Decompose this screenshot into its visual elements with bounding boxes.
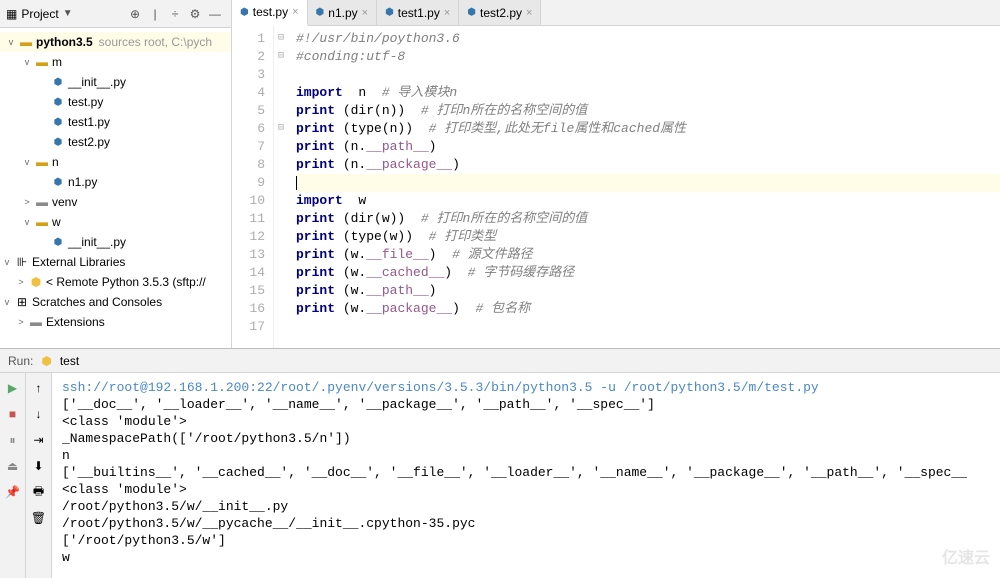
chevron-down-icon: v: [0, 297, 14, 307]
close-icon[interactable]: ×: [444, 7, 450, 19]
code-editor[interactable]: 1234567891011121314151617 ⊟⊟⊟ #!/usr/bin…: [232, 26, 1000, 348]
project-tree[interactable]: v ▬ python3.5 sources root, C:\pych v▬m⬢…: [0, 28, 231, 348]
python-file-icon: ⬢: [50, 97, 66, 108]
libraries-icon: ⊪: [14, 255, 30, 269]
run-tools-left: ▶ ■ ⏸ ⏏ 📌: [0, 373, 26, 578]
divider-icon: |: [145, 4, 165, 24]
tree-extensions[interactable]: > ▬ Extensions: [0, 312, 231, 332]
folder-icon: ▬: [34, 215, 50, 229]
console-output[interactable]: ssh://root@192.168.1.200:22/root/.pyenv/…: [52, 373, 1000, 578]
tree-node[interactable]: ⬢test.py: [0, 92, 231, 112]
wrap-icon[interactable]: ⇥: [30, 431, 48, 449]
pin-icon[interactable]: 📌: [4, 483, 22, 501]
gear-icon[interactable]: ⚙: [185, 4, 205, 24]
python-icon: ⬢: [41, 354, 51, 368]
tree-node[interactable]: ⬢__init__.py: [0, 72, 231, 92]
python-file-icon: ⬢: [50, 177, 66, 188]
editor-tab[interactable]: ⬢test1.py×: [377, 0, 459, 25]
tree-node[interactable]: ⬢n1.py: [0, 172, 231, 192]
python-file-icon: ⬢: [385, 7, 394, 18]
tree-node[interactable]: ⬢test2.py: [0, 132, 231, 152]
tree-node[interactable]: v▬n: [0, 152, 231, 172]
tree-node[interactable]: v▬w: [0, 212, 231, 232]
python-icon: ⬢: [28, 275, 44, 289]
folder-icon: ▬: [18, 35, 34, 49]
rerun-icon[interactable]: ▶: [4, 379, 22, 397]
line-gutter[interactable]: 1234567891011121314151617: [232, 26, 274, 348]
run-config-name[interactable]: test: [60, 354, 79, 368]
project-sidebar: ▦ Project ▼ ⊕ | ÷ ⚙ — v ▬ python3.5 sour…: [0, 0, 232, 348]
tree-external-libs[interactable]: v ⊪ External Libraries: [0, 252, 231, 272]
close-icon[interactable]: ×: [526, 7, 532, 19]
project-icon: ▦: [6, 7, 17, 21]
tree-node[interactable]: >▬venv: [0, 192, 231, 212]
tree-scratches[interactable]: v ⊞ Scratches and Consoles: [0, 292, 231, 312]
close-icon[interactable]: ×: [362, 7, 368, 19]
up-icon[interactable]: ↑: [30, 379, 48, 397]
tree-remote-python[interactable]: > ⬢ < Remote Python 3.5.3 (sftp://: [0, 272, 231, 292]
tree-node[interactable]: v▬m: [0, 52, 231, 72]
chevron-down-icon: v: [0, 257, 14, 267]
tree-node[interactable]: ⬢__init__.py: [0, 232, 231, 252]
print-icon[interactable]: 🖶: [30, 483, 48, 501]
exit-icon[interactable]: ⏏: [4, 457, 22, 475]
stop-icon[interactable]: ■: [4, 405, 22, 423]
watermark: 亿速云: [942, 544, 990, 568]
run-header: Run: ⬢ test: [0, 349, 1000, 373]
project-title[interactable]: Project: [21, 7, 58, 21]
tree-root[interactable]: v ▬ python3.5 sources root, C:\pych: [0, 32, 231, 52]
run-panel: Run: ⬢ test ▶ ■ ⏸ ⏏ 📌 ↑ ↓ ⇥ ⬇ 🖶 🗑 ssh://…: [0, 348, 1000, 578]
editor-tab[interactable]: ⬢n1.py×: [308, 0, 378, 25]
pause-icon[interactable]: ⏸: [4, 431, 22, 449]
scroll-icon[interactable]: ⬇: [30, 457, 48, 475]
python-file-icon: ⬢: [50, 237, 66, 248]
hide-icon[interactable]: —: [205, 4, 225, 24]
editor-tab[interactable]: ⬢test.py×: [232, 0, 308, 26]
down-icon[interactable]: ↓: [30, 405, 48, 423]
collapse-icon[interactable]: ÷: [165, 4, 185, 24]
scratches-icon: ⊞: [14, 295, 30, 309]
project-tool-header: ▦ Project ▼ ⊕ | ÷ ⚙ —: [0, 0, 231, 28]
folder-icon: ▬: [28, 315, 44, 329]
chevron-down-icon[interactable]: ▼: [63, 8, 73, 19]
python-file-icon: ⬢: [240, 7, 249, 18]
clear-icon[interactable]: 🗑: [30, 509, 48, 527]
editor-tabs: ⬢test.py×⬢n1.py×⬢test1.py×⬢test2.py×: [232, 0, 1000, 26]
folder-icon: ▬: [34, 55, 50, 69]
code-content[interactable]: #!/usr/bin/poython3.6#conding:utf-8impor…: [288, 26, 1000, 348]
folder-icon: ▬: [34, 155, 50, 169]
python-file-icon: ⬢: [467, 7, 476, 18]
folder-icon: ▬: [34, 195, 50, 209]
close-icon[interactable]: ×: [292, 6, 298, 18]
run-tools-right: ↑ ↓ ⇥ ⬇ 🖶 🗑: [26, 373, 52, 578]
python-file-icon: ⬢: [50, 137, 66, 148]
python-file-icon: ⬢: [316, 7, 325, 18]
fold-column[interactable]: ⊟⊟⊟: [274, 26, 288, 348]
editor-area: ⬢test.py×⬢n1.py×⬢test1.py×⬢test2.py× 123…: [232, 0, 1000, 348]
chevron-down-icon: v: [4, 37, 18, 47]
tree-node[interactable]: ⬢test1.py: [0, 112, 231, 132]
locate-icon[interactable]: ⊕: [125, 4, 145, 24]
editor-tab[interactable]: ⬢test2.py×: [459, 0, 541, 25]
python-file-icon: ⬢: [50, 117, 66, 128]
run-label: Run:: [8, 354, 33, 368]
python-file-icon: ⬢: [50, 77, 66, 88]
